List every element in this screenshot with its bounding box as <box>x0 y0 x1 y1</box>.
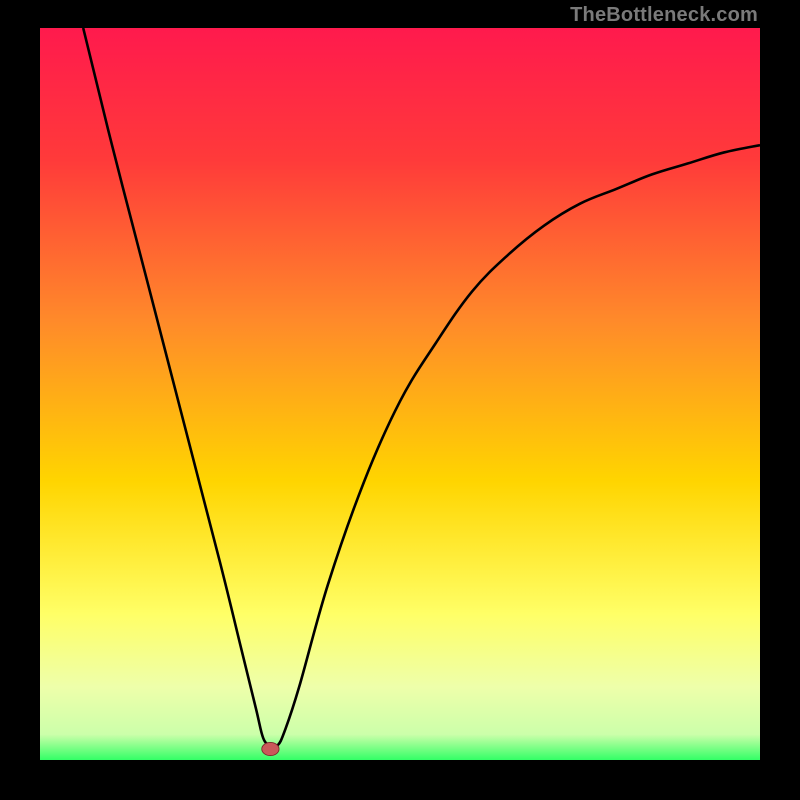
bottleneck-curve <box>40 28 760 760</box>
minimum-marker-icon <box>262 742 279 755</box>
curve-path <box>83 28 760 747</box>
chart-frame: TheBottleneck.com <box>0 0 800 800</box>
plot-area <box>40 28 760 760</box>
watermark-text: TheBottleneck.com <box>570 4 758 27</box>
